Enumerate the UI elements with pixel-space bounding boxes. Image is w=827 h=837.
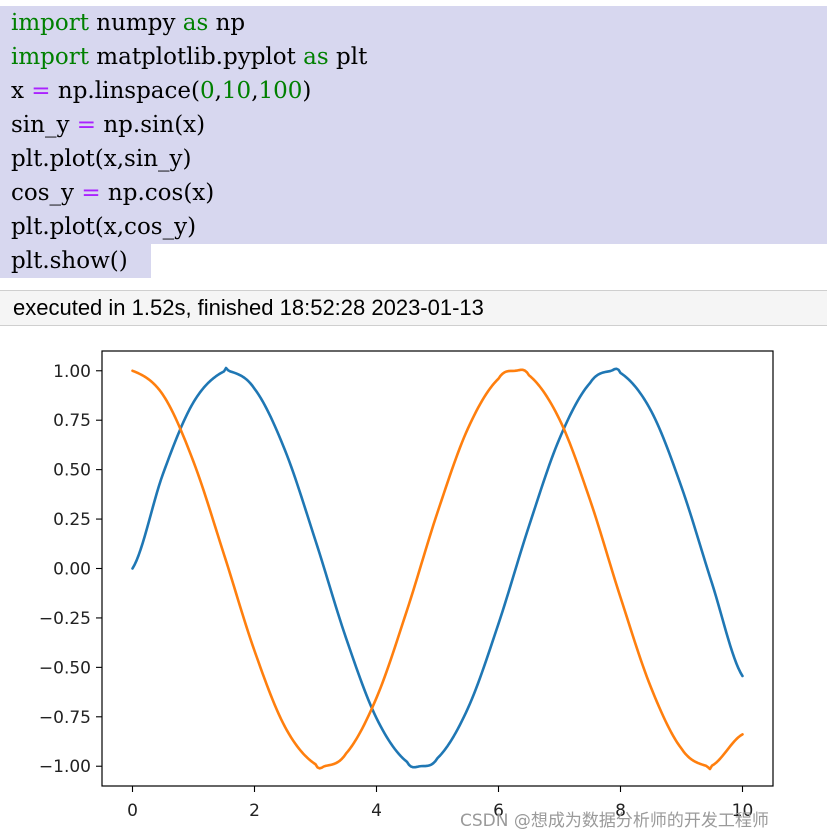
code-line: plt.plot(x,sin_y)	[0, 142, 827, 176]
execution-status: executed in 1.52s, finished 18:52:28 202…	[0, 290, 827, 326]
code-token: import	[11, 10, 89, 36]
code-line: cos_y = np.cos(x)	[0, 176, 827, 210]
code-token: plt	[328, 44, 368, 70]
code-token: ,	[214, 78, 222, 104]
code-line: import numpy as np	[0, 6, 827, 40]
code-line: plt.show()	[0, 244, 151, 278]
code-token: plt.show()	[11, 248, 128, 274]
code-token: np.linspace(	[50, 78, 200, 104]
axes-frame	[101, 350, 774, 787]
y-tick-label: −0.75	[39, 708, 91, 728]
code-token: sin_y	[11, 112, 77, 138]
watermark: CSDN @想成为数据分析师的开发工程师	[460, 811, 769, 831]
code-token: as	[182, 10, 209, 36]
y-tick-label: 0.25	[53, 510, 91, 530]
code-token: 10	[221, 78, 252, 104]
y-tick-label: −1.00	[39, 757, 91, 777]
code-cell[interactable]: import numpy as np import matplotlib.pypl…	[0, 6, 827, 279]
y-tick-label: 0.75	[53, 411, 91, 431]
y-tick-label: 0.50	[53, 461, 91, 481]
code-token: ,	[251, 78, 259, 104]
x-tick-label: 0	[127, 801, 138, 821]
code-token: =	[31, 78, 51, 104]
code-line: x = np.linspace(0,10,100)	[0, 74, 827, 108]
code-token: plt.plot(x,sin_y)	[11, 146, 192, 172]
code-token: 0	[199, 78, 215, 104]
code-token: np.cos(x)	[100, 180, 215, 206]
code-token: 100	[258, 78, 303, 104]
code-line: sin_y = np.sin(x)	[0, 108, 827, 142]
code-token: )	[302, 78, 312, 104]
plot-output: 1.00 0.75 0.50 0.25 0.00 −0.25 −0.50 −0.75 −1.00…	[0, 330, 827, 837]
code-token: import	[11, 44, 89, 70]
code-token: numpy	[88, 10, 183, 36]
code-line: import matplotlib.pyplot as plt	[0, 40, 827, 74]
line-chart: 1.00 0.75 0.50 0.25 0.00 −0.25 −0.50 −0.75 −1.00…	[39, 350, 774, 821]
y-tick-label: 0.00	[53, 560, 91, 580]
code-token: x	[11, 78, 32, 104]
x-tick-label: 2	[249, 801, 260, 821]
code-token: cos_y	[11, 180, 82, 206]
y-tick-label: 1.00	[53, 362, 91, 382]
y-tick-label: −0.50	[39, 658, 91, 678]
y-tick-label: −0.25	[39, 609, 91, 629]
x-tick-label: 4	[371, 801, 382, 821]
series-line-sin	[131, 366, 744, 769]
code-token: as	[303, 44, 329, 70]
code-token: matplotlib.pyplot	[88, 44, 304, 70]
code-token: np.sin(x)	[96, 112, 206, 138]
code-token: =	[81, 180, 101, 206]
code-token: np	[208, 10, 246, 36]
code-token: =	[76, 112, 97, 138]
code-token: plt.plot(x,cos_y)	[11, 214, 197, 240]
series-line-cos	[131, 368, 744, 771]
code-line: plt.plot(x,cos_y)	[0, 210, 827, 244]
